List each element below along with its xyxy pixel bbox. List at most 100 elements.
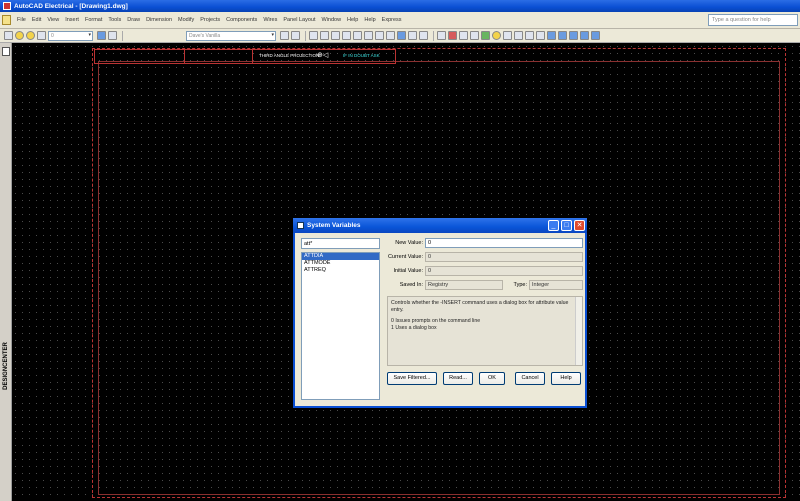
current-value-label: Current Value:	[387, 254, 423, 260]
help-icon-2[interactable]	[437, 31, 446, 40]
trim-icon[interactable]	[419, 31, 428, 40]
save-filtered-button[interactable]: Save Filtered...	[387, 372, 437, 385]
question-icon-5[interactable]	[386, 31, 395, 40]
lightbulb-icon[interactable]	[15, 31, 24, 40]
wire-icon[interactable]	[408, 31, 417, 40]
rectangle-icon[interactable]	[514, 31, 523, 40]
component-icon[interactable]	[481, 31, 490, 40]
print-icon[interactable]	[331, 31, 340, 40]
description-box: Controls whether the -INSERT command use…	[387, 296, 583, 366]
new-value-label: New Value:	[395, 240, 423, 246]
style-manager-icon[interactable]	[291, 31, 300, 40]
save-icon-2[interactable]	[558, 31, 567, 40]
layer-select[interactable]: 0	[48, 30, 93, 41]
variable-list[interactable]: ATTDIA ATTMODE ATTREQ	[301, 252, 380, 400]
menu-file[interactable]: File	[14, 17, 29, 23]
scale-note: IF IN DOUBT ASK	[343, 53, 380, 58]
read-button[interactable]: Read...	[443, 372, 473, 385]
menu-dimension[interactable]: Dimension	[143, 17, 175, 23]
menu-view[interactable]: View	[44, 17, 62, 23]
table-icon[interactable]	[397, 31, 406, 40]
layer-manager-icon[interactable]	[4, 31, 13, 40]
title-block: THIRD ANGLE PROJECTION ⊕◁ IF IN DOUBT AS…	[94, 49, 396, 64]
help-button[interactable]: Help	[551, 372, 581, 385]
help-search-input[interactable]: Type a question for help	[708, 14, 798, 26]
menu-projects[interactable]: Projects	[197, 17, 223, 23]
layer-previous-icon[interactable]	[108, 31, 117, 40]
dim-style-select[interactable]: Dave's Vanilla	[186, 30, 276, 41]
list-item[interactable]: ATTREQ	[302, 267, 379, 274]
line-icon[interactable]	[470, 31, 479, 40]
lamp-icon[interactable]	[492, 31, 501, 40]
title-block-cell-2	[185, 50, 253, 63]
menu-insert[interactable]: Insert	[62, 17, 82, 23]
save-icon-5[interactable]	[591, 31, 600, 40]
menu-format[interactable]: Format	[82, 17, 105, 23]
question-icon-4[interactable]	[375, 31, 384, 40]
menu-window[interactable]: Window	[318, 17, 344, 23]
menu-help-2[interactable]: Help	[361, 17, 378, 23]
palette-icon[interactable]	[2, 47, 10, 56]
question-icon-7[interactable]	[536, 31, 545, 40]
dialog-title-bar[interactable]: System Variables _ □ ✕	[293, 218, 587, 233]
question-icon[interactable]	[342, 31, 351, 40]
dialog-title: System Variables	[307, 222, 361, 229]
title-bar: AutoCAD Electrical - [Drawing1.dwg]	[0, 0, 800, 12]
minimize-button[interactable]: _	[548, 220, 559, 231]
menu-draw[interactable]: Draw	[124, 17, 143, 23]
save-icon-3[interactable]	[569, 31, 578, 40]
type-label: Type:	[513, 282, 527, 288]
pencil-icon[interactable]	[448, 31, 457, 40]
document-icon[interactable]	[2, 15, 11, 25]
make-current-icon[interactable]	[97, 31, 106, 40]
title-block-cell	[95, 50, 185, 63]
system-variables-dialog: System Variables _ □ ✕ att* ATTDIA ATTMO…	[293, 218, 587, 408]
option-1-text: 1 Uses a dialog box	[391, 324, 437, 331]
dialog-icon	[297, 222, 304, 229]
copy-icon[interactable]	[309, 31, 318, 40]
menu-modify[interactable]: Modify	[175, 17, 197, 23]
sun-icon[interactable]	[26, 31, 35, 40]
toolbar-separator	[433, 30, 434, 41]
refresh-icon[interactable]	[503, 31, 512, 40]
close-button[interactable]: ✕	[574, 220, 585, 231]
list-item[interactable]: ATTDIA	[302, 253, 379, 260]
ok-button[interactable]: OK	[479, 372, 505, 385]
question-icon-6[interactable]	[525, 31, 534, 40]
menu-express[interactable]: Express	[379, 17, 405, 23]
style-icon[interactable]	[280, 31, 289, 40]
lock-icon[interactable]	[37, 31, 46, 40]
description-scrollbar[interactable]	[575, 297, 582, 365]
menu-wires[interactable]: Wires	[260, 17, 280, 23]
autocad-app-icon[interactable]	[3, 2, 11, 10]
arc-icon[interactable]	[459, 31, 468, 40]
new-value-field[interactable]: 0	[425, 238, 583, 248]
question-icon-3[interactable]	[364, 31, 373, 40]
initial-value-label: Initial Value:	[393, 268, 423, 274]
initial-value-field: 0	[425, 266, 583, 276]
save-icon-4[interactable]	[580, 31, 589, 40]
saved-in-label: Saved In:	[399, 282, 423, 288]
projection-symbol-icon: ⊕◁	[317, 52, 329, 59]
current-value-field: 0	[425, 252, 583, 262]
saved-in-field: Registry	[425, 280, 503, 290]
toolbar-separator	[305, 30, 306, 41]
question-icon-2[interactable]	[353, 31, 362, 40]
menu-edit[interactable]: Edit	[29, 17, 44, 23]
type-field: Integer	[529, 280, 583, 290]
menu-tools[interactable]: Tools	[105, 17, 124, 23]
projection-note: THIRD ANGLE PROJECTION	[259, 53, 320, 58]
cancel-button[interactable]: Cancel	[515, 372, 545, 385]
menu-bar: File Edit View Insert Format Tools Draw …	[0, 12, 800, 29]
variable-filter-input[interactable]: att*	[301, 238, 380, 249]
window-title: AutoCAD Electrical - [Drawing1.dwg]	[14, 2, 128, 10]
maximize-button[interactable]: □	[561, 220, 572, 231]
save-icon[interactable]	[547, 31, 556, 40]
help-icon[interactable]	[320, 31, 329, 40]
designcenter-label[interactable]: DESIGNCENTER	[3, 340, 9, 392]
menu-help[interactable]: Help	[344, 17, 361, 23]
menu-panel-layout[interactable]: Panel Layout	[280, 17, 318, 23]
toolbar: 0 Dave's Vanilla	[0, 29, 800, 43]
list-item[interactable]: ATTMODE	[302, 260, 379, 267]
menu-components[interactable]: Components	[223, 17, 260, 23]
